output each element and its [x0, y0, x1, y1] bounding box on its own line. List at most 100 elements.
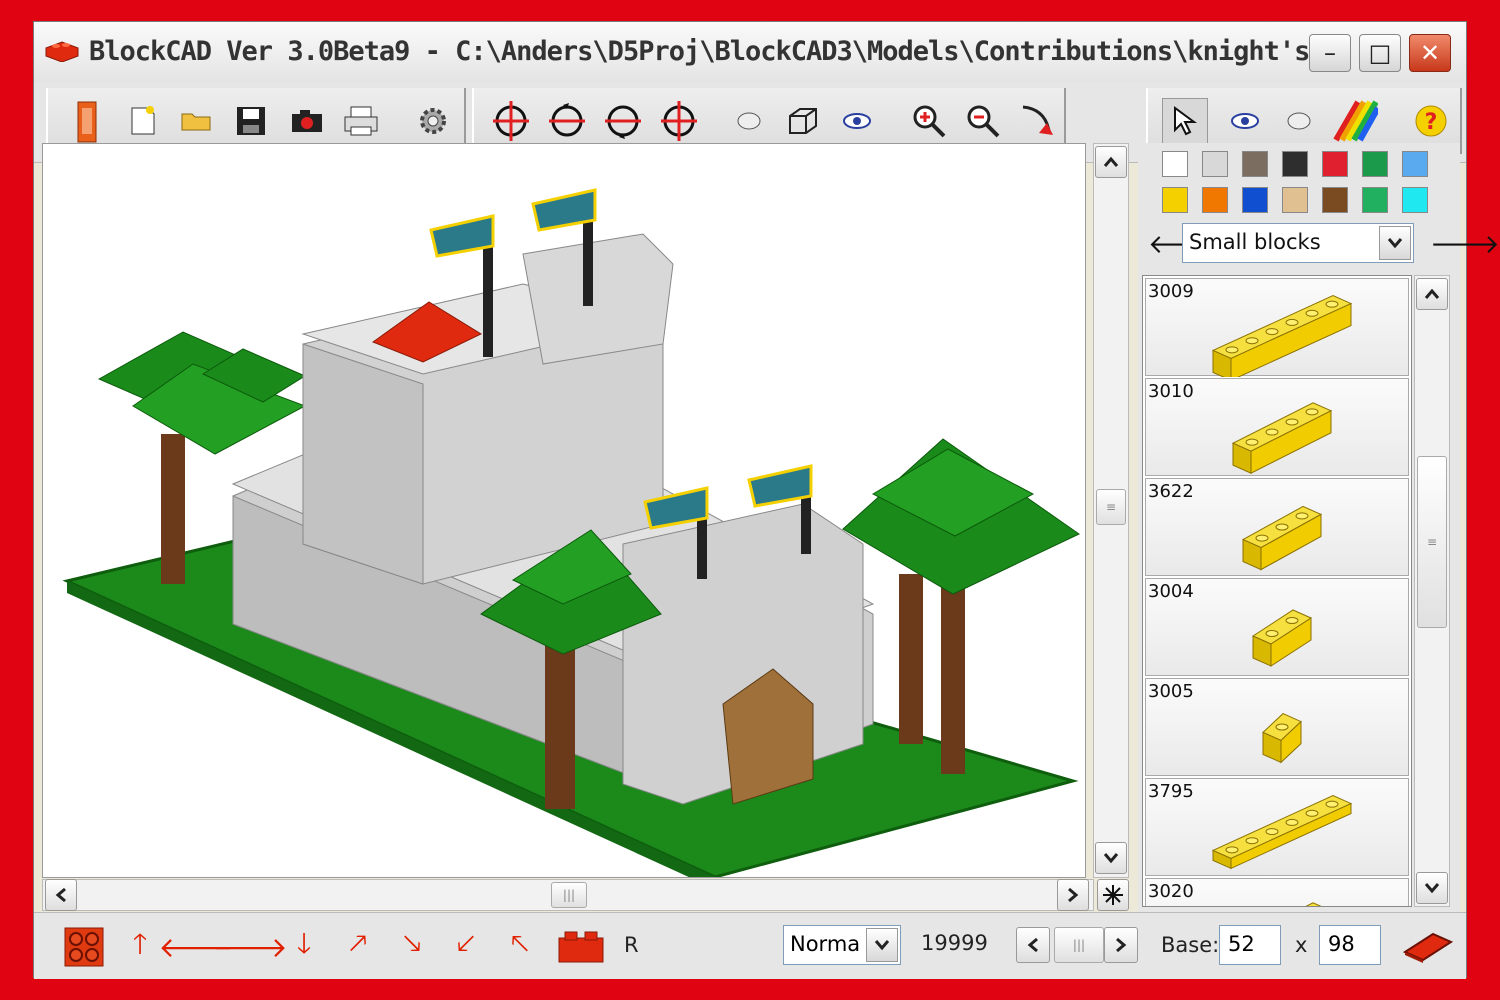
- base-depth-input[interactable]: 98: [1319, 925, 1381, 965]
- status-bar: 🡑 🡐 🡒 🡓 🡕 🡖 🡗 🡔 R Norma 19999 ||| Base: …: [34, 912, 1466, 979]
- arrow-ne-icon[interactable]: 🡕: [338, 927, 378, 967]
- step-slider[interactable]: |||: [1054, 927, 1104, 963]
- yellow-brick-icon: [1211, 795, 1353, 870]
- zoom-in-icon[interactable]: [906, 98, 952, 144]
- settings-gear-icon[interactable]: [410, 98, 456, 144]
- pan-icon[interactable]: [1014, 98, 1060, 144]
- part-tile[interactable]: 3622: [1145, 478, 1409, 576]
- brick-count: 19999: [921, 931, 988, 955]
- color-swatch[interactable]: [1402, 151, 1428, 177]
- minimize-button[interactable]: –: [1309, 34, 1351, 72]
- chevron-down-icon[interactable]: [866, 928, 898, 962]
- rotate-down-icon[interactable]: [600, 98, 646, 144]
- mode-value: Norma: [790, 932, 861, 956]
- color-swatch[interactable]: [1202, 187, 1228, 213]
- baseplate-icon[interactable]: [1402, 927, 1454, 967]
- castle-model-render: [62, 188, 1080, 877]
- brick-2x2-icon[interactable]: [556, 927, 606, 967]
- color-swatch[interactable]: [1242, 187, 1268, 213]
- arrow-se-icon[interactable]: 🡖: [392, 927, 432, 967]
- print-icon[interactable]: [338, 98, 384, 144]
- base-label: Base:: [1161, 933, 1220, 957]
- close-button[interactable]: ✕: [1409, 34, 1451, 72]
- parts-scroll-up-button[interactable]: [1416, 278, 1448, 310]
- color-swatch[interactable]: [1362, 151, 1388, 177]
- rotate-right-icon[interactable]: [656, 98, 702, 144]
- vertical-scroll-thumb[interactable]: ≡: [1096, 489, 1126, 525]
- step-back-button[interactable]: [1016, 927, 1050, 963]
- arrow-sw-icon[interactable]: 🡗: [446, 927, 486, 967]
- part-tile[interactable]: 3010: [1145, 378, 1409, 476]
- viewport-horizontal-scrollbar[interactable]: |||: [42, 879, 1094, 911]
- camera-icon[interactable]: [284, 98, 330, 144]
- arrow-right-icon[interactable]: 🡒: [212, 927, 287, 967]
- new-file-icon[interactable]: [120, 98, 166, 144]
- part-tile[interactable]: 3020: [1145, 878, 1409, 906]
- scroll-right-button[interactable]: [1057, 879, 1089, 911]
- reset-view-icon[interactable]: [1097, 879, 1129, 911]
- scroll-down-button[interactable]: [1095, 842, 1127, 874]
- color-swatch[interactable]: [1202, 151, 1228, 177]
- arrow-up-icon[interactable]: 🡑: [120, 927, 160, 967]
- maximize-button[interactable]: □: [1359, 34, 1401, 72]
- rotate-left-icon[interactable]: [488, 98, 534, 144]
- rotate-label[interactable]: R: [624, 933, 639, 957]
- title-bar: BlockCAD Ver 3.0Beta9 - C:\Anders\D5Proj…: [34, 22, 1466, 83]
- view-eye-icon[interactable]: [834, 98, 880, 144]
- arrow-left-icon[interactable]: 🡐: [158, 927, 233, 967]
- window-title: BlockCAD Ver 3.0Beta9 - C:\Anders\D5Proj…: [89, 36, 1319, 67]
- open-folder-icon[interactable]: [174, 98, 220, 144]
- chevron-down-icon[interactable]: [1379, 226, 1411, 260]
- yellow-brick-icon: [1231, 402, 1333, 475]
- svg-text:?: ?: [1425, 110, 1438, 135]
- view-eye-mode-icon[interactable]: [1222, 98, 1268, 144]
- select-pointer-icon[interactable]: [1162, 98, 1208, 144]
- parts-panel: 🡐 Small blocks 🡒 30093010362230043005379…: [1138, 143, 1500, 913]
- base-width-input[interactable]: 52: [1219, 925, 1281, 965]
- save-disk-icon[interactable]: [228, 98, 274, 144]
- zoom-out-icon[interactable]: [960, 98, 1006, 144]
- view-iso-icon[interactable]: [780, 98, 826, 144]
- grid-select-icon[interactable]: [64, 927, 104, 967]
- color-swatch[interactable]: [1242, 151, 1268, 177]
- part-tile[interactable]: 3004: [1145, 578, 1409, 676]
- parts-scrollbar[interactable]: ≡: [1414, 275, 1450, 907]
- part-tile[interactable]: 3009: [1145, 278, 1409, 377]
- color-swatch[interactable]: [1162, 151, 1188, 177]
- view-top-mode-icon[interactable]: [1276, 98, 1322, 144]
- viewport-vertical-scrollbar[interactable]: ≡: [1093, 143, 1129, 878]
- times-label: x: [1295, 933, 1308, 957]
- scroll-up-button[interactable]: [1095, 146, 1127, 178]
- yellow-brick-icon: [1211, 295, 1353, 377]
- next-category-arrow-icon[interactable]: 🡒: [1430, 229, 1500, 260]
- mode-select[interactable]: Norma: [783, 925, 901, 965]
- color-swatch[interactable]: [1282, 151, 1308, 177]
- part-tile[interactable]: 3795: [1145, 778, 1409, 876]
- color-swatch[interactable]: [1162, 187, 1188, 213]
- view-top-icon[interactable]: [726, 98, 772, 144]
- rainbow-color-icon[interactable]: [1332, 98, 1378, 144]
- app-window: BlockCAD Ver 3.0Beta9 - C:\Anders\D5Proj…: [33, 21, 1500, 979]
- brick-app-icon: [45, 41, 79, 62]
- arrow-down-icon[interactable]: 🡓: [284, 927, 324, 967]
- part-tile[interactable]: 3005: [1145, 678, 1409, 776]
- model-viewport[interactable]: [42, 143, 1086, 878]
- parts-scroll-thumb[interactable]: ≡: [1417, 456, 1447, 628]
- color-swatch[interactable]: [1362, 187, 1388, 213]
- color-swatch[interactable]: [1402, 187, 1428, 213]
- brick-icon[interactable]: [64, 98, 110, 144]
- yellow-brick-icon: [1305, 902, 1322, 906]
- yellow-brick-icon: [1241, 505, 1323, 571]
- color-swatch[interactable]: [1322, 187, 1348, 213]
- step-forward-button[interactable]: [1104, 927, 1138, 963]
- color-swatch[interactable]: [1282, 187, 1308, 213]
- horizontal-scroll-thumb[interactable]: |||: [551, 882, 587, 908]
- help-icon[interactable]: ?: [1408, 98, 1454, 144]
- scroll-left-button[interactable]: [45, 879, 77, 911]
- rotate-up-icon[interactable]: [544, 98, 590, 144]
- parts-scroll-down-button[interactable]: [1416, 872, 1448, 904]
- category-select[interactable]: Small blocks: [1182, 223, 1414, 263]
- arrow-nw-icon[interactable]: 🡔: [500, 927, 540, 967]
- yellow-brick-icon: [1251, 609, 1313, 667]
- color-swatch[interactable]: [1322, 151, 1348, 177]
